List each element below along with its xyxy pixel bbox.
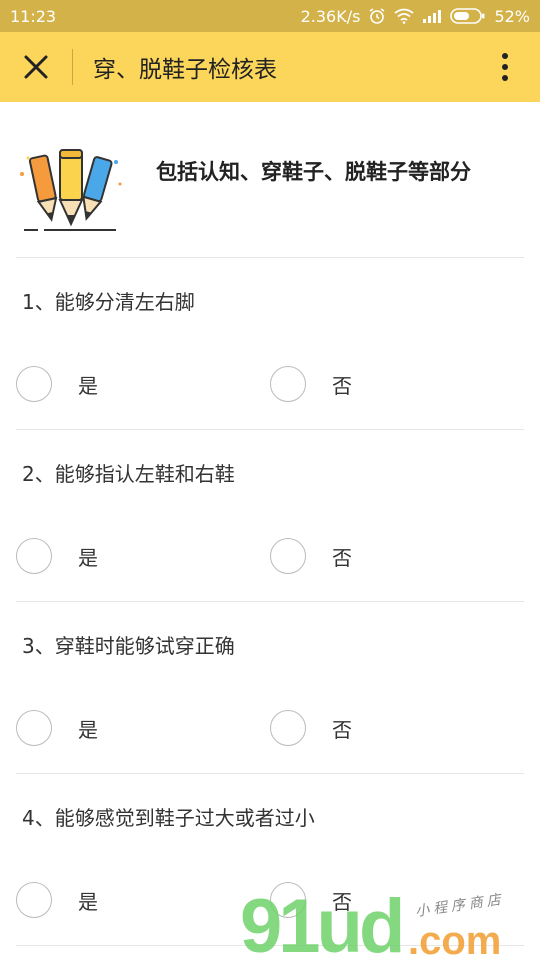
- option-label: 否: [332, 545, 352, 570]
- option-yes[interactable]: 是: [16, 366, 98, 402]
- question-item: 1、能够分清左右脚 是 否: [16, 258, 524, 430]
- option-label: 否: [332, 373, 352, 398]
- option-yes[interactable]: 是: [16, 538, 98, 574]
- battery-icon: [450, 8, 486, 24]
- alarm-icon: [368, 7, 386, 25]
- option-no[interactable]: 否: [270, 366, 352, 402]
- status-right: 2.36K/s 52%: [301, 7, 530, 26]
- radio-button[interactable]: [270, 710, 306, 746]
- status-bar: 11:23 2.36K/s 52%: [0, 0, 540, 32]
- option-label: 是: [78, 889, 98, 914]
- radio-button[interactable]: [270, 366, 306, 402]
- option-label: 是: [78, 373, 98, 398]
- battery-level: 52%: [494, 6, 530, 26]
- question-title: 4、能够感觉到鞋子过大或者过小: [22, 806, 315, 830]
- intro-description: 包括认知、穿鞋子、脱鞋子等部分: [156, 160, 471, 184]
- radio-button[interactable]: [16, 538, 52, 574]
- radio-button[interactable]: [16, 882, 52, 918]
- more-icon: [502, 53, 508, 81]
- option-yes[interactable]: 是: [16, 710, 98, 746]
- option-label: 是: [78, 717, 98, 742]
- radio-button[interactable]: [16, 710, 52, 746]
- question-title: 2、能够指认左鞋和右鞋: [22, 462, 235, 486]
- signal-icon: [422, 9, 442, 23]
- watermark-tagline: 小程序商店: [414, 892, 505, 920]
- close-icon: [24, 55, 48, 79]
- question-item: 3、穿鞋时能够试穿正确 是 否: [16, 602, 524, 774]
- close-button[interactable]: [0, 32, 72, 102]
- question-item: 2、能够指认左鞋和右鞋 是 否: [16, 430, 524, 602]
- watermark-domain: .com: [408, 919, 501, 960]
- radio-button[interactable]: [16, 366, 52, 402]
- nav-divider: [72, 49, 73, 85]
- question-title: 1、能够分清左右脚: [22, 290, 195, 314]
- more-button[interactable]: [470, 32, 540, 102]
- network-speed: 2.36K/s: [300, 6, 361, 26]
- page-title: 穿、脱鞋子检核表: [93, 57, 277, 83]
- option-label: 否: [332, 717, 352, 742]
- nav-bar: 穿、脱鞋子检核表: [0, 32, 540, 102]
- status-time: 11:23: [10, 6, 57, 26]
- option-no[interactable]: 否: [270, 538, 352, 574]
- intro-section: 包括认知、穿鞋子、脱鞋子等部分: [16, 126, 524, 258]
- watermark-logo: 91ud .com 小程序商店: [240, 884, 540, 960]
- radio-button[interactable]: [270, 538, 306, 574]
- option-label: 是: [78, 545, 98, 570]
- watermark-brand: 91ud: [240, 886, 401, 960]
- pencils-icon: [16, 144, 126, 234]
- question-title: 3、穿鞋时能够试穿正确: [22, 634, 235, 658]
- option-no[interactable]: 否: [270, 710, 352, 746]
- option-yes[interactable]: 是: [16, 882, 98, 918]
- wifi-icon: [394, 8, 414, 24]
